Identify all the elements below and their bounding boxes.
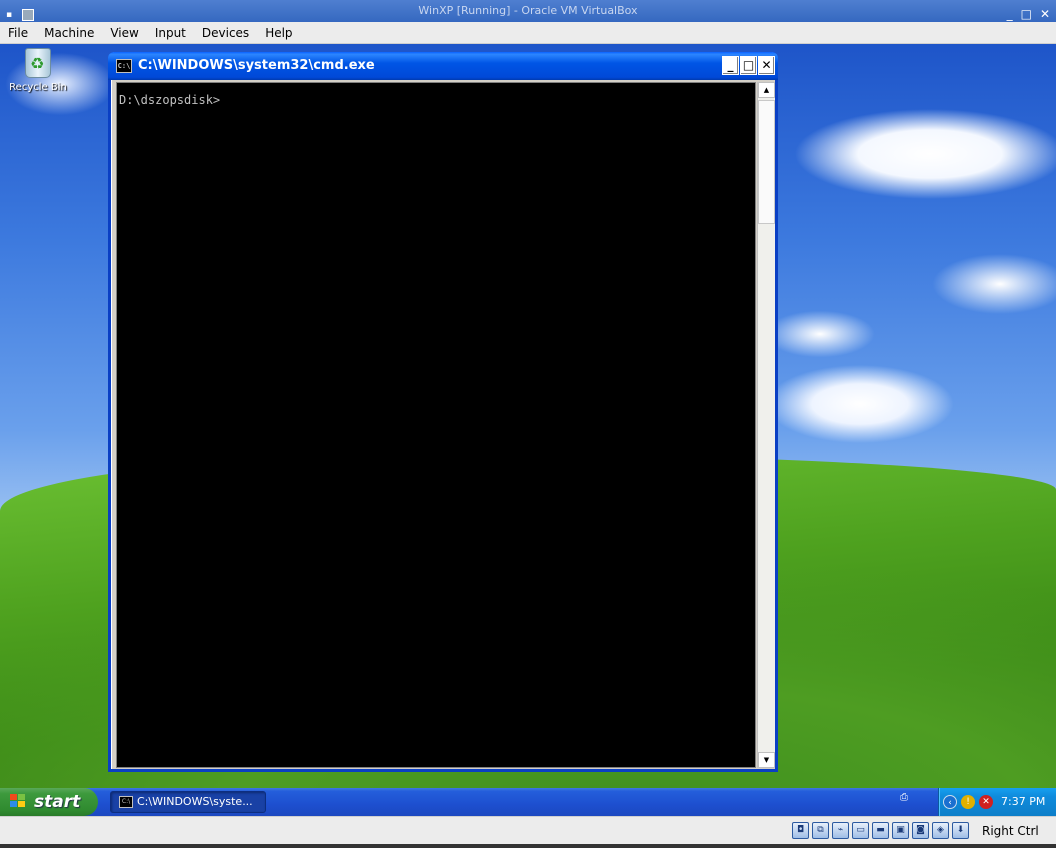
cmd-maximize-button[interactable]: □	[740, 56, 757, 75]
menu-file[interactable]: File	[0, 26, 36, 40]
virtualization-icon[interactable]: ◈	[932, 822, 949, 839]
virtualbox-window: ▪ WinXP [Running] - Oracle VM VirtualBox…	[0, 0, 1056, 848]
hard-disk-icon[interactable]: ◘	[792, 822, 809, 839]
taskbar-button-label: C:\WINDOWS\syste...	[137, 795, 253, 808]
taskbar: start C:\ C:\WINDOWS\syste... ⎙ ‹ ! ✕ 7:…	[0, 788, 1056, 816]
shared-folders-icon[interactable]: ▭	[852, 822, 869, 839]
recycle-bin-icon	[25, 48, 51, 78]
menu-help[interactable]: Help	[257, 26, 300, 40]
security-alert-icon[interactable]: ✕	[979, 795, 993, 809]
mouse-integration-icon[interactable]: ⬇	[952, 822, 969, 839]
start-button[interactable]: start	[0, 788, 98, 816]
host-menubar: File Machine View Input Devices Help	[0, 22, 1056, 44]
security-shield-icon[interactable]: !	[961, 795, 975, 809]
cmd-titlebar[interactable]: C:\ C:\WINDOWS\system32\cmd.exe _ □ ✕	[108, 52, 778, 80]
cmd-minimize-button[interactable]: _	[722, 56, 739, 75]
recycle-bin-label: Recycle Bin	[9, 82, 67, 93]
host-window-title: WinXP [Running] - Oracle VM VirtualBox	[418, 4, 638, 17]
windows-flag-icon	[10, 794, 27, 810]
host-statusbar: ◘ ⧉ ⌁ ▭ ▬ ▣ ◙ ◈ ⬇ Right Ctrl	[0, 816, 1056, 844]
clock[interactable]: 7:37 PM	[1001, 788, 1045, 816]
scroll-up-button[interactable]: ▲	[758, 82, 775, 98]
display-icon[interactable]: ▬	[872, 822, 889, 839]
cmd-icon[interactable]: C:\	[116, 59, 132, 73]
video-capture-icon[interactable]: ◙	[912, 822, 929, 839]
status-icons: ◘ ⧉ ⌁ ▭ ▬ ▣ ◙ ◈ ⬇	[792, 822, 969, 839]
menu-devices[interactable]: Devices	[194, 26, 257, 40]
menu-machine[interactable]: Machine	[36, 26, 102, 40]
host-titlebar[interactable]: ▪ WinXP [Running] - Oracle VM VirtualBox…	[0, 0, 1056, 22]
console-output[interactable]: D:\dszopsdisk>	[116, 82, 756, 768]
usb-icon[interactable]: ⌁	[832, 822, 849, 839]
menu-view[interactable]: View	[102, 26, 146, 40]
network-icon[interactable]: ⧉	[812, 822, 829, 839]
taskbar-button-cmd[interactable]: C:\ C:\WINDOWS\syste...	[110, 791, 266, 813]
recording-icon[interactable]: ▣	[892, 822, 909, 839]
scroll-thumb[interactable]	[758, 100, 775, 224]
host-key-label: Right Ctrl	[982, 824, 1039, 838]
menu-input[interactable]: Input	[147, 26, 194, 40]
safely-remove-hardware-icon[interactable]: ⎙	[900, 792, 908, 803]
cmd-window[interactable]: C:\ C:\WINDOWS\system32\cmd.exe _ □ ✕ D:…	[108, 52, 778, 772]
collapse-arrow-icon[interactable]: ‹	[943, 795, 957, 809]
start-label: start	[34, 792, 81, 812]
cmd-task-icon: C:\	[119, 796, 133, 808]
recycle-bin-shortcut[interactable]: Recycle Bin	[8, 46, 68, 93]
cmd-close-button[interactable]: ✕	[758, 56, 775, 75]
vertical-scrollbar[interactable]: ▲ ▼	[757, 82, 775, 768]
console-prompt: D:\dszopsdisk>	[119, 93, 221, 107]
guest-desktop[interactable]: Recycle Bin C:\ C:\WINDOWS\system32\cmd.…	[0, 44, 1056, 816]
system-tray: ‹ ! ✕ 7:37 PM	[938, 788, 1056, 816]
cmd-title-text: C:\WINDOWS\system32\cmd.exe	[138, 58, 375, 73]
scroll-down-button[interactable]: ▼	[758, 752, 775, 768]
window-bottom-edge	[0, 844, 1056, 848]
virtualbox-icon	[22, 9, 35, 21]
